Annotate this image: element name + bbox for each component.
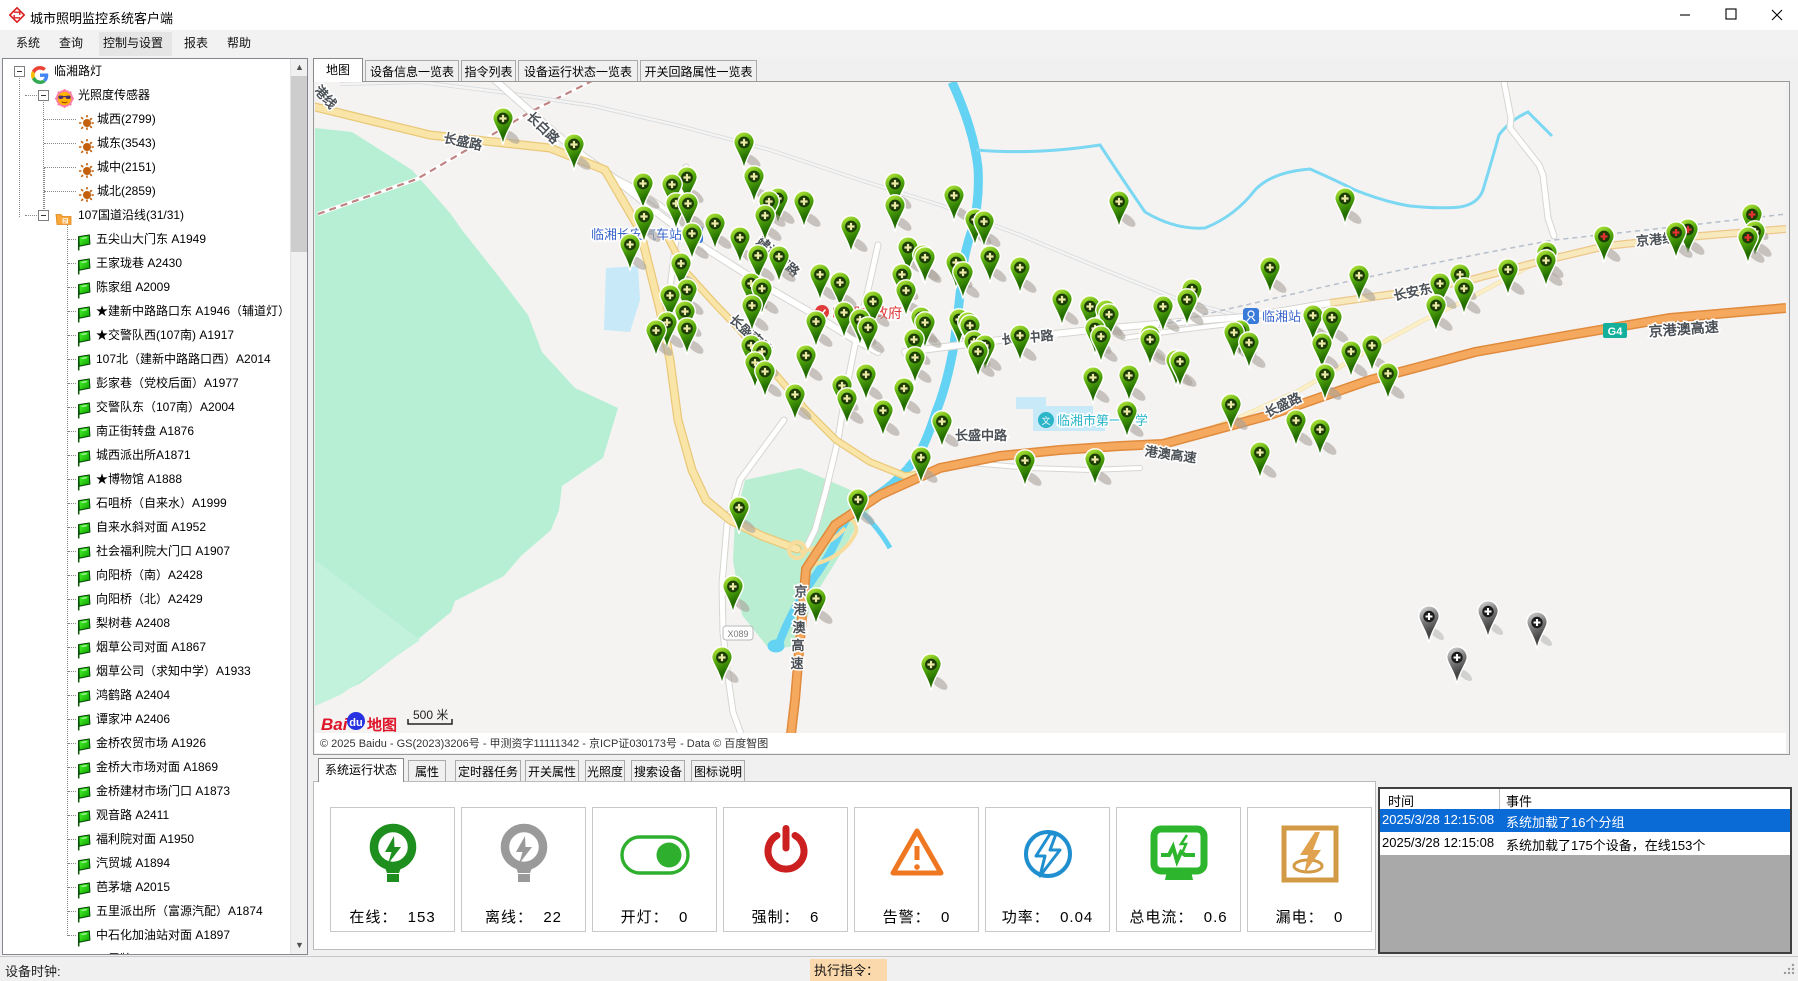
svg-text:文: 文 [1041, 415, 1050, 426]
svg-text:G4: G4 [1608, 326, 1624, 338]
svg-text:澳: 澳 [792, 620, 806, 635]
svg-text:临湘站: 临湘站 [1262, 309, 1301, 324]
svg-text:Bai: Bai [321, 715, 349, 734]
svg-text:du: du [349, 717, 362, 729]
svg-text:港: 港 [793, 602, 807, 617]
svg-text:速: 速 [790, 656, 803, 671]
svg-text:X089: X089 [727, 629, 748, 639]
svg-text:高: 高 [791, 638, 804, 653]
svg-text:© 2025 Baidu - GS(2023)3206号 -: © 2025 Baidu - GS(2023)3206号 - 甲测资字11111… [320, 736, 768, 750]
svg-text:长盛中路: 长盛中路 [955, 428, 1008, 443]
svg-text:500 米: 500 米 [413, 708, 448, 722]
svg-text:地图: 地图 [367, 716, 397, 734]
